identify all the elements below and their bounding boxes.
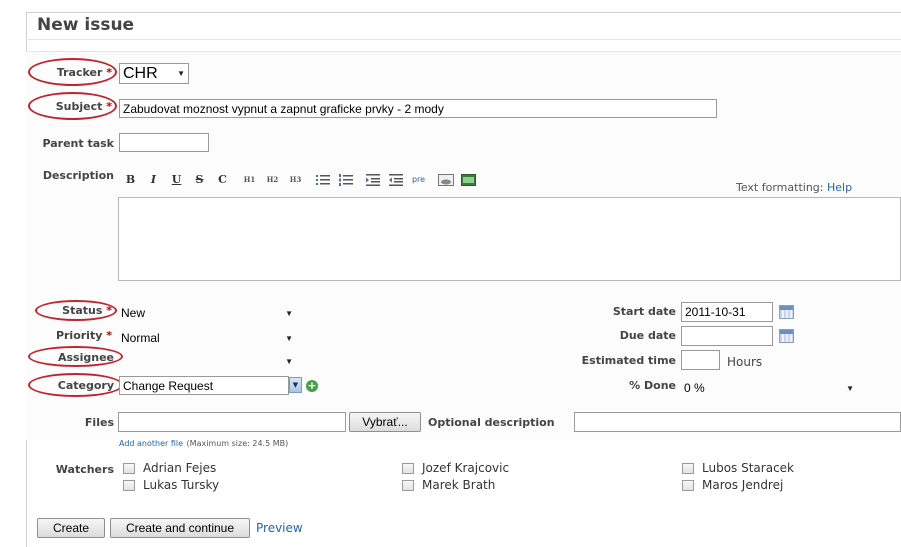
italic-button[interactable]: I — [145, 171, 162, 188]
heading3-button[interactable]: H3 — [287, 171, 304, 188]
tracker-label: Tracker * — [56, 66, 112, 79]
add-another-file-link[interactable]: Add another file — [119, 439, 183, 448]
wiki-toolbar: B I U S C H1 H2 H3 pre — [122, 171, 477, 188]
watcher-item[interactable]: Adrian Fejes — [123, 461, 216, 475]
checkbox[interactable] — [123, 462, 135, 474]
checkbox[interactable] — [123, 479, 135, 491]
subject-input[interactable] — [119, 99, 717, 118]
checkbox[interactable] — [682, 462, 694, 474]
watchers-label: Watchers — [55, 463, 114, 476]
file-input[interactable] — [118, 412, 346, 432]
heading2-button[interactable]: H2 — [264, 171, 281, 188]
hours-unit-label: Hours — [727, 355, 763, 369]
ordered-list-icon[interactable] — [337, 171, 354, 188]
link-icon[interactable] — [460, 171, 477, 188]
checkbox[interactable] — [402, 462, 414, 474]
category-dropdown-button[interactable]: ▼ — [289, 377, 302, 393]
watcher-item[interactable]: Jozef Krajcovic — [402, 461, 509, 475]
estimated-time-label: Estimated time — [581, 354, 676, 367]
bold-button[interactable]: B — [122, 171, 139, 188]
title-divider — [26, 39, 901, 40]
create-and-continue-button[interactable]: Create and continue — [110, 518, 250, 538]
parent-task-label: Parent task — [42, 137, 114, 150]
parent-task-input[interactable] — [119, 133, 209, 152]
image-icon[interactable] — [437, 171, 454, 188]
watcher-item[interactable]: Lubos Staracek — [682, 461, 794, 475]
watcher-item[interactable]: Maros Jendrej — [682, 478, 783, 492]
due-date-calendar-icon[interactable] — [779, 329, 794, 343]
heading1-button[interactable]: H1 — [241, 171, 258, 188]
start-date-label: Start date — [612, 305, 676, 318]
assignee-label: Assignee — [57, 351, 114, 364]
estimated-time-input[interactable] — [681, 350, 720, 370]
category-label: Category — [57, 379, 114, 392]
chevron-down-icon: ▼ — [285, 356, 293, 366]
start-date-calendar-icon[interactable] — [779, 305, 794, 319]
outdent-icon[interactable] — [387, 171, 404, 188]
chevron-down-icon: ▼ — [285, 333, 293, 343]
strikethrough-button[interactable]: S — [191, 171, 208, 188]
add-file-row: Add another file (Maximum size: 24.5 MB) — [119, 436, 288, 449]
unordered-list-icon[interactable] — [314, 171, 331, 188]
optional-description-label: Optional description — [428, 416, 555, 429]
assignee-select[interactable]: ▼ — [121, 353, 293, 369]
chevron-down-icon: ▼ — [846, 383, 854, 393]
due-date-label: Due date — [619, 329, 676, 342]
subject-label: Subject * — [55, 100, 112, 113]
code-button[interactable]: C — [214, 171, 231, 188]
underline-button[interactable]: U — [168, 171, 185, 188]
chevron-down-icon: ▼ — [177, 69, 185, 78]
chevron-down-icon: ▼ — [285, 308, 293, 318]
watcher-item[interactable]: Marek Brath — [402, 478, 495, 492]
create-button[interactable]: Create — [37, 518, 105, 538]
watcher-item[interactable]: Lukas Tursky — [123, 478, 219, 492]
start-date-input[interactable] — [681, 302, 773, 322]
text-formatting-hint: Text formatting: Help — [736, 181, 853, 194]
indent-icon[interactable] — [364, 171, 381, 188]
checkbox[interactable] — [682, 479, 694, 491]
status-select[interactable]: New ▼ — [121, 305, 293, 321]
optional-description-input[interactable] — [574, 412, 901, 432]
preview-link[interactable]: Preview — [256, 521, 303, 535]
browse-button[interactable]: Vybrať... — [349, 412, 421, 432]
priority-label: Priority * — [55, 329, 112, 342]
due-date-input[interactable] — [681, 326, 773, 346]
preformatted-button[interactable]: pre — [410, 171, 427, 188]
files-label: Files — [84, 416, 114, 429]
priority-select[interactable]: Normal ▼ — [121, 330, 293, 346]
help-link[interactable]: Help — [827, 181, 852, 194]
done-label: % Done — [629, 379, 676, 392]
status-label: Status * — [62, 304, 112, 317]
category-select[interactable]: Change Request — [119, 376, 289, 395]
checkbox[interactable] — [402, 479, 414, 491]
tracker-select[interactable]: CHR ▼ — [119, 63, 189, 84]
description-textarea[interactable] — [118, 197, 901, 281]
max-size-note: (Maximum size: 24.5 MB) — [186, 439, 289, 448]
page-title: New issue — [37, 15, 135, 35]
add-category-icon[interactable]: + — [306, 380, 318, 392]
done-select[interactable]: 0 % ▼ — [684, 380, 854, 396]
description-label: Description — [42, 169, 114, 182]
